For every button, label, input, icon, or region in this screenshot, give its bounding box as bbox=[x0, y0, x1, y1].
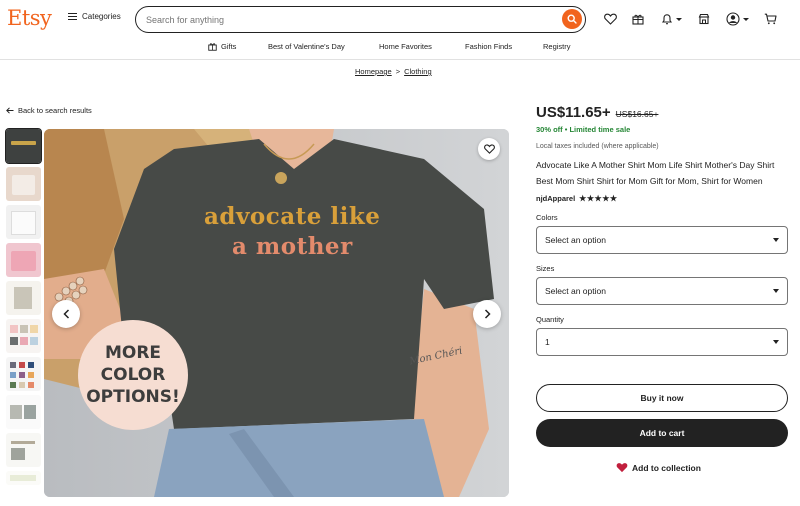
shop-name-link[interactable]: njdApparel bbox=[536, 194, 575, 203]
product-main-image[interactable]: advocate like a mother Mon Chéri MORE CO… bbox=[44, 129, 509, 497]
top-header: Etsy Categories bbox=[0, 0, 800, 38]
badge-line-3: OPTIONS! bbox=[86, 387, 180, 407]
thumbnail-2[interactable] bbox=[6, 167, 41, 201]
nav-fashion-finds[interactable]: Fashion Finds bbox=[465, 42, 512, 51]
gift-icon bbox=[208, 43, 217, 51]
product-photo bbox=[44, 129, 509, 497]
shop-manager-button[interactable] bbox=[696, 11, 712, 27]
shirt-print-text: advocate like a mother bbox=[204, 202, 380, 262]
chevron-down-icon bbox=[773, 340, 779, 344]
thumbnail-4[interactable] bbox=[6, 243, 41, 277]
sizes-select[interactable]: Select an option bbox=[536, 277, 788, 305]
breadcrumb-homepage[interactable]: Homepage bbox=[355, 67, 392, 76]
thumbnail-6[interactable] bbox=[6, 319, 41, 353]
chevron-left-icon bbox=[62, 309, 69, 319]
categories-button[interactable]: Categories bbox=[68, 12, 121, 21]
shirt-line-1: advocate like bbox=[204, 203, 381, 230]
chevron-down-icon bbox=[773, 238, 779, 242]
thumbnail-8[interactable] bbox=[6, 395, 41, 429]
avatar-icon bbox=[725, 12, 740, 26]
discount-label: 30% off • Limited time sale bbox=[536, 125, 631, 134]
account-button[interactable] bbox=[724, 11, 750, 27]
breadcrumb-clothing[interactable]: Clothing bbox=[404, 67, 432, 76]
add-to-cart-button[interactable]: Add to cart bbox=[536, 419, 788, 447]
price-row: US$11.65+ US$16.65+ bbox=[536, 104, 788, 121]
sizes-select-value: Select an option bbox=[545, 286, 606, 296]
arrow-left-icon bbox=[6, 107, 14, 114]
cart-button[interactable] bbox=[762, 11, 778, 27]
heart-icon bbox=[603, 13, 617, 25]
badge-line-2: COLOR bbox=[100, 365, 166, 385]
nav-valentines[interactable]: Best of Valentine's Day bbox=[268, 42, 345, 51]
back-to-results-link[interactable]: Back to search results bbox=[6, 106, 92, 115]
badge-line-1: MORE bbox=[104, 343, 162, 363]
notifications-button[interactable] bbox=[658, 11, 684, 27]
cart-icon bbox=[764, 13, 777, 25]
search-bar bbox=[135, 6, 586, 33]
back-link-label: Back to search results bbox=[18, 106, 92, 115]
shop-info: njdApparel ★★★★★ bbox=[536, 194, 788, 203]
thumbnail-strip bbox=[5, 128, 42, 489]
nav-registry[interactable]: Registry bbox=[543, 42, 571, 51]
favorite-button[interactable] bbox=[478, 138, 500, 160]
nav-gifts-label: Gifts bbox=[221, 42, 237, 51]
sale-price: US$11.65+ bbox=[536, 104, 611, 121]
heart-filled-icon bbox=[616, 463, 628, 473]
heart-icon bbox=[483, 144, 495, 154]
add-to-collection-label: Add to collection bbox=[632, 462, 701, 473]
quantity-select[interactable]: 1 bbox=[536, 328, 788, 356]
chevron-down-icon bbox=[742, 17, 749, 21]
chevron-right-icon bbox=[484, 309, 491, 319]
original-price: US$16.65+ bbox=[615, 109, 659, 119]
nav-home-favorites[interactable]: Home Favorites bbox=[379, 42, 432, 51]
breadcrumb-separator: > bbox=[395, 67, 401, 76]
thumbnail-3[interactable] bbox=[6, 205, 41, 239]
chevron-down-icon bbox=[773, 289, 779, 293]
etsy-logo[interactable]: Etsy bbox=[7, 6, 52, 30]
sizes-label: Sizes bbox=[536, 264, 555, 273]
search-icon bbox=[567, 14, 577, 24]
colors-select[interactable]: Select an option bbox=[536, 226, 788, 254]
thumbnail-5[interactable] bbox=[6, 281, 41, 315]
add-to-collection-button[interactable]: Add to collection bbox=[616, 462, 701, 473]
product-details-panel: US$11.65+ US$16.65+ 30% off • Limited ti… bbox=[536, 104, 788, 356]
thumbnail-9[interactable] bbox=[6, 433, 41, 467]
rating-stars[interactable]: ★★★★★ bbox=[579, 194, 617, 203]
search-button[interactable] bbox=[562, 9, 582, 29]
bell-icon bbox=[661, 14, 672, 25]
colors-select-value: Select an option bbox=[545, 235, 606, 245]
favorites-button[interactable] bbox=[602, 11, 618, 27]
shop-icon bbox=[698, 13, 710, 25]
quantity-label: Quantity bbox=[536, 315, 564, 324]
thumbnail-1[interactable] bbox=[5, 128, 42, 164]
thumbnail-10[interactable] bbox=[6, 471, 41, 485]
gift-icon bbox=[632, 14, 644, 25]
quantity-select-value: 1 bbox=[545, 337, 550, 347]
colors-label: Colors bbox=[536, 213, 558, 222]
thumbnail-7[interactable] bbox=[6, 357, 41, 391]
gifts-header-button[interactable] bbox=[630, 11, 646, 27]
chevron-down-icon bbox=[675, 17, 682, 21]
tax-note: Local taxes included (where applicable) bbox=[536, 143, 659, 150]
nav-gifts[interactable]: Gifts bbox=[208, 42, 236, 51]
product-title: Advocate Like A Mother Shirt Mom Life Sh… bbox=[536, 160, 775, 186]
shirt-line-2: a mother bbox=[232, 233, 353, 260]
categories-label: Categories bbox=[82, 12, 121, 21]
more-colors-badge: MORE COLOR OPTIONS! bbox=[78, 320, 188, 430]
previous-image-button[interactable] bbox=[52, 300, 80, 328]
breadcrumb: Homepage > Clothing bbox=[355, 67, 432, 76]
search-input[interactable] bbox=[146, 14, 546, 25]
category-nav: Gifts Best of Valentine's Day Home Favor… bbox=[0, 38, 800, 60]
buy-it-now-button[interactable]: Buy it now bbox=[536, 384, 788, 412]
next-image-button[interactable] bbox=[473, 300, 501, 328]
hamburger-icon bbox=[68, 13, 77, 20]
